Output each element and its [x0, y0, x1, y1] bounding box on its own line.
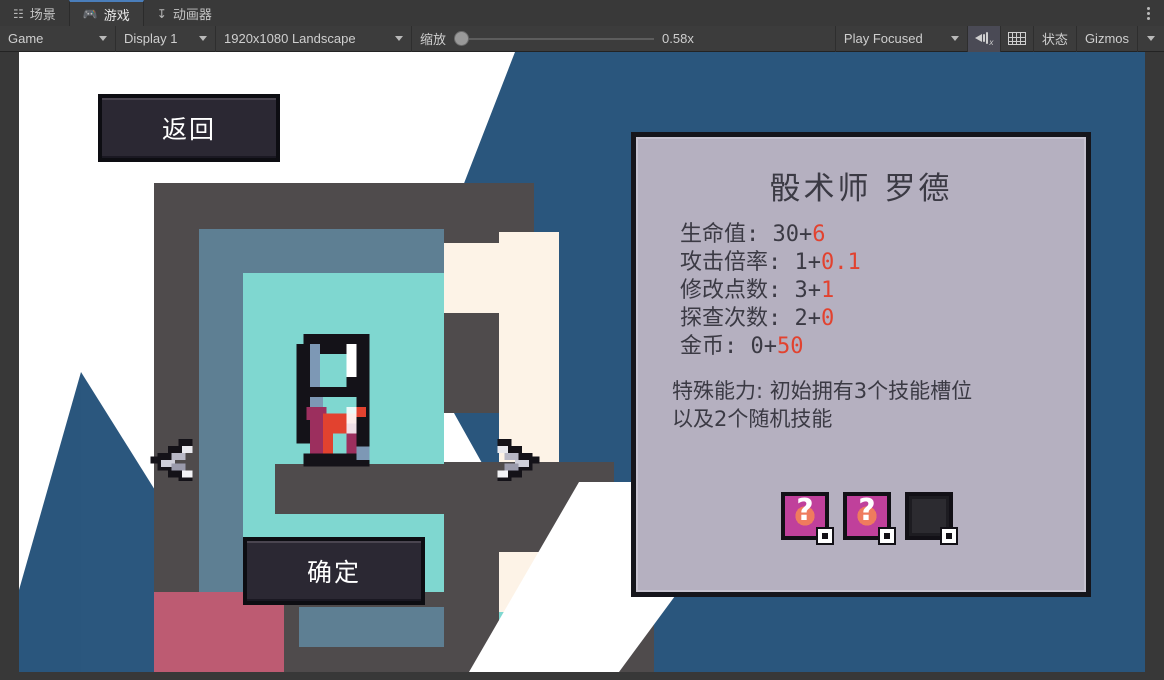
gizmos-toggle[interactable]: Gizmos — [1077, 25, 1138, 52]
play-mode-dropdown[interactable]: Play Focused — [836, 25, 968, 52]
mute-audio-icon: x — [975, 32, 993, 47]
lock-badge-icon — [878, 527, 896, 545]
tab-scene-label: 场景 — [29, 7, 56, 22]
stat-label: 金币: — [680, 334, 751, 359]
animator-icon: ↧ — [156, 6, 167, 21]
confirm-button[interactable]: 确定 — [243, 537, 425, 605]
game-view-canvas[interactable]: 返回 确定 骰术师 罗德 生命值: 30+6 攻击倍率: 1+0.1 修改点数:… — [19, 52, 1145, 672]
chevron-left-icon[interactable] — [147, 432, 203, 488]
stat-row: 攻击倍率: 1+0.1 — [680, 249, 861, 277]
stat-base: 1+ — [794, 250, 822, 275]
lock-badge-icon — [816, 527, 834, 545]
zoom-value: 0.58x — [662, 31, 694, 46]
stat-label: 探查次数: — [680, 306, 795, 331]
grid-icon: ☷ — [13, 6, 24, 21]
stat-label: 生命值: — [680, 222, 773, 247]
stat-row: 修改点数: 3+1 — [680, 277, 861, 305]
chevron-right-icon[interactable] — [487, 432, 543, 488]
zoom-label: 缩放 — [420, 32, 447, 47]
skill-slot-row — [781, 492, 958, 545]
display-value: Display 1 — [124, 31, 178, 46]
skill-slot-mystery-2[interactable] — [843, 492, 896, 545]
stat-row: 探查次数: 2+0 — [680, 305, 861, 333]
stats-label: 状态 — [1041, 32, 1068, 47]
stat-bonus: 0 — [821, 306, 835, 331]
special-ability-text: 特殊能力: 初始拥有3个技能槽位 以及2个随机技能 — [672, 377, 1062, 433]
stat-base: 2+ — [794, 306, 822, 331]
resolution-value: 1920x1080 Landscape — [224, 31, 356, 46]
tab-game-label: 游戏 — [103, 7, 130, 23]
target-display-value: Game — [8, 31, 44, 46]
stat-row: 金币: 0+50 — [680, 333, 861, 361]
gizmos-dropdown[interactable] — [1138, 26, 1164, 52]
chevron-down-icon — [199, 36, 207, 41]
editor-tab-bar: ☷ 场景 🎮 游戏 ↧ 动画器 — [0, 0, 1164, 27]
chevron-down-icon — [395, 36, 403, 41]
back-button[interactable]: 返回 — [98, 94, 280, 162]
chevron-down-icon — [1147, 36, 1155, 41]
kebab-menu-icon[interactable] — [1140, 3, 1156, 23]
skill-slot-empty-3[interactable] — [905, 492, 958, 545]
game-view-toolbar: Game Display 1 1920x1080 Landscape 缩放 0.… — [0, 25, 1164, 52]
zoom-slider[interactable] — [454, 26, 655, 52]
target-display-dropdown[interactable]: Game — [0, 25, 116, 52]
display-dropdown[interactable]: Display 1 — [116, 25, 216, 52]
back-button-label: 返回 — [161, 115, 216, 144]
stats-grid-icon — [1007, 32, 1026, 45]
unity-editor-window: ☷ 场景 🎮 游戏 ↧ 动画器 Game Display 1 1920x1080… — [0, 0, 1164, 680]
stat-base: 30+ — [772, 222, 813, 247]
ability-line-2: 以及2个随机技能 — [672, 407, 833, 431]
character-name-title: 骰术师 罗德 — [769, 171, 953, 207]
confirm-button-label: 确定 — [306, 558, 361, 587]
character-info-panel: 骰术师 罗德 生命值: 30+6 攻击倍率: 1+0.1 修改点数: 3+1 探… — [631, 132, 1091, 597]
stat-label: 修改点数: — [680, 278, 795, 303]
zoom-slider-knob[interactable] — [454, 31, 470, 46]
zoom-slider-track — [454, 37, 655, 40]
ability-line-1: 特殊能力: 初始拥有3个技能槽位 — [672, 379, 973, 403]
pixel-character-sprite — [296, 334, 370, 467]
mute-audio-button[interactable]: x — [967, 25, 1001, 52]
skill-slot-mystery-1[interactable] — [781, 492, 834, 545]
stat-bonus: 6 — [812, 222, 826, 247]
tab-game[interactable]: 🎮 游戏 — [68, 0, 144, 26]
gamepad-icon: 🎮 — [82, 7, 98, 21]
stat-label: 攻击倍率: — [680, 250, 795, 275]
stat-bonus: 50 — [777, 334, 804, 359]
block-grey-f — [299, 647, 444, 672]
stats-toggle[interactable]: 状态 — [1034, 25, 1077, 52]
chevron-down-icon — [950, 36, 959, 41]
chevron-down-icon — [99, 36, 107, 41]
zoom-control[interactable]: 缩放 0.58x — [412, 25, 836, 52]
stat-base: 0+ — [750, 334, 778, 359]
resolution-dropdown[interactable]: 1920x1080 Landscape — [216, 25, 412, 52]
lock-badge-icon — [940, 527, 958, 545]
gizmos-label: Gizmos — [1084, 31, 1129, 46]
stat-base: 3+ — [794, 278, 822, 303]
play-mode-value: Play Focused — [843, 31, 923, 46]
stat-bonus: 0.1 — [821, 250, 861, 275]
tab-animator-label: 动画器 — [172, 7, 212, 22]
stats-button[interactable] — [1001, 25, 1034, 52]
character-stats-list: 生命值: 30+6 攻击倍率: 1+0.1 修改点数: 3+1 探查次数: 2+… — [680, 221, 861, 361]
tab-scene[interactable]: ☷ 场景 — [0, 1, 69, 26]
stat-row: 生命值: 30+6 — [680, 221, 861, 249]
stat-bonus: 1 — [821, 278, 835, 303]
tab-animator[interactable]: ↧ 动画器 — [144, 1, 225, 26]
